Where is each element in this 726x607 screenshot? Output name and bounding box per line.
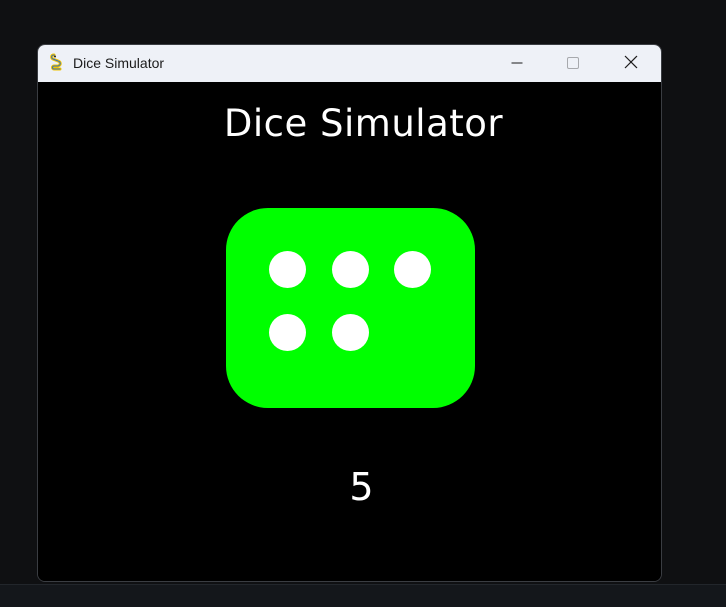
die-face[interactable] <box>226 208 475 408</box>
maximize-button[interactable] <box>550 45 596 82</box>
minimize-button[interactable] <box>494 45 540 82</box>
die-pip <box>332 314 369 351</box>
minimize-icon <box>511 54 523 73</box>
game-title: Dice Simulator <box>223 102 504 145</box>
close-icon <box>624 54 638 73</box>
desktop: Dice Simulator Dice Simulator 5 <box>0 0 726 607</box>
maximize-icon <box>567 54 579 73</box>
window-title: Dice Simulator <box>73 55 165 71</box>
die-pip <box>394 251 431 288</box>
title-bar[interactable]: Dice Simulator <box>38 45 661 82</box>
die-pip <box>332 251 369 288</box>
taskbar-edge <box>0 584 726 607</box>
die-pip <box>269 314 306 351</box>
app-window: Dice Simulator Dice Simulator 5 <box>37 44 662 582</box>
close-button[interactable] <box>608 45 654 82</box>
die-pip <box>269 251 306 288</box>
pygame-snake-icon <box>49 53 67 71</box>
game-canvas[interactable]: Dice Simulator 5 <box>38 82 661 581</box>
roll-result: 5 <box>349 465 374 509</box>
